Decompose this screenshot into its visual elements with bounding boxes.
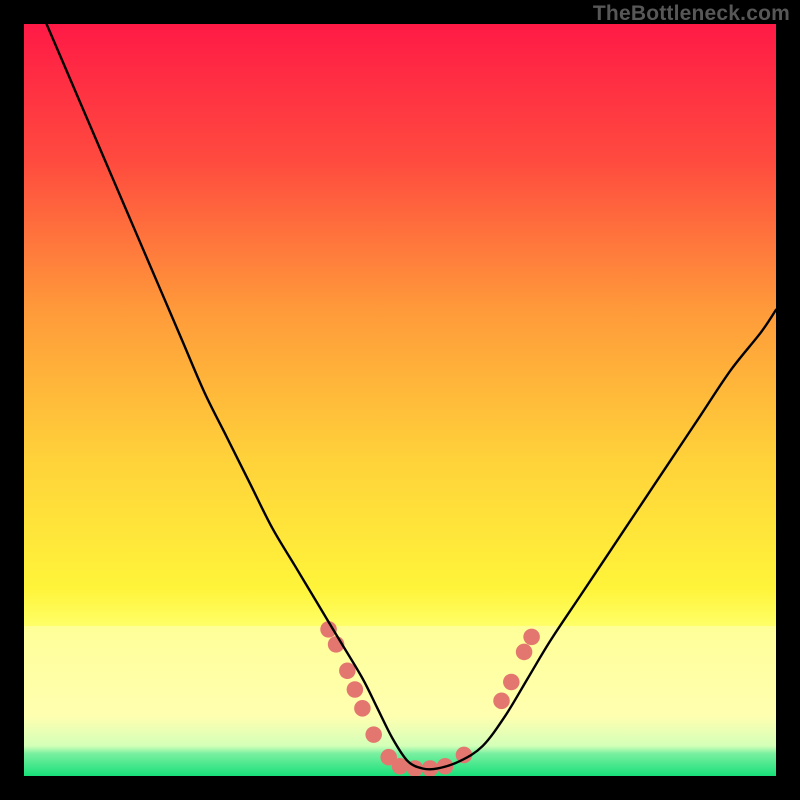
- watermark-text: TheBottleneck.com: [593, 2, 790, 26]
- highlight-dot: [339, 662, 356, 679]
- gradient-background: [24, 24, 776, 776]
- chart-frame: [24, 24, 776, 776]
- highlight-dot: [523, 629, 540, 646]
- highlight-dot: [493, 693, 510, 710]
- highlight-dot: [503, 674, 520, 691]
- highlight-dot: [516, 644, 533, 661]
- bottleneck-chart: [24, 24, 776, 776]
- highlight-dot: [365, 726, 382, 743]
- highlight-dot: [347, 681, 364, 698]
- highlight-dot: [354, 700, 371, 717]
